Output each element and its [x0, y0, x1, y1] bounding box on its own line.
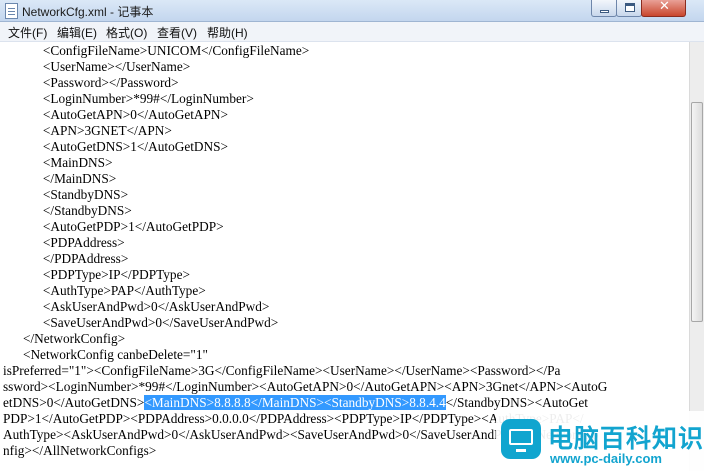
scrollbar-thumb[interactable] [691, 102, 703, 322]
editor-line: isPreferred="1"><ConfigFileName>3G</Conf… [3, 363, 561, 378]
line-text-after-selection: </StandbyDNS><AutoGet [445, 395, 588, 410]
editor-line: <AutoGetAPN>0</AutoGetAPN> [3, 107, 229, 122]
vertical-scrollbar[interactable] [689, 42, 704, 471]
editor-line: <MainDNS> [3, 155, 113, 170]
menu-help[interactable]: 帮助(H) [207, 24, 248, 41]
editor-line: <PDPAddress> [3, 235, 125, 250]
editor-line: <Password></Password> [3, 75, 179, 90]
watermark-title: 电脑百科知识 [548, 424, 704, 453]
editor-line: <ConfigFileName>UNICOM</ConfigFileName> [3, 43, 310, 58]
editor-line: </PDPAddress> [3, 251, 129, 266]
editor-line-selection: etDNS>0</AutoGetDNS><MainDNS>8.8.8.8</Ma… [3, 395, 588, 411]
selected-text[interactable]: <MainDNS>8.8.8.8</MainDNS><StandbyDNS>8.… [144, 395, 446, 410]
menu-bar: 文件(F) 编辑(E) 格式(O) 查看(V) 帮助(H) [0, 22, 704, 42]
editor-line: <UserName></UserName> [3, 59, 191, 74]
editor-line: <AskUserAndPwd>0</AskUserAndPwd> [3, 299, 270, 314]
minimize-button[interactable] [591, 0, 617, 17]
window-title: NetworkCfg.xml - 记事本 [22, 5, 154, 19]
close-button[interactable]: ✕ [641, 0, 686, 17]
editor-line: <StandbyDNS> [3, 187, 129, 202]
editor-line: <NetworkConfig canbeDelete="1" [3, 347, 208, 362]
watermark-url: www.pc-daily.com [550, 451, 662, 466]
watermark: 电脑百科知识 www.pc-daily.com [496, 411, 704, 471]
notepad-icon [5, 3, 18, 19]
menu-format[interactable]: 格式(O) [106, 24, 147, 41]
editor-line: </MainDNS> [3, 171, 117, 186]
title-bar[interactable]: NetworkCfg.xml - 记事本 ✕ [0, 0, 704, 22]
editor-line: <PDPType>IP</PDPType> [3, 267, 190, 282]
editor-line: </NetworkConfig> [3, 331, 126, 346]
menu-edit[interactable]: 编辑(E) [57, 24, 97, 41]
text-editor[interactable]: <ConfigFileName>UNICOM</ConfigFileName> … [0, 42, 689, 471]
editor-line: </StandbyDNS> [3, 203, 132, 218]
editor-line: <APN>3GNET</APN> [3, 123, 172, 138]
editor-line: nfig></AllNetworkConfigs> [3, 443, 157, 458]
menu-view[interactable]: 查看(V) [157, 24, 197, 41]
maximize-icon [625, 3, 635, 12]
editor-line: <AutoGetPDP>1</AutoGetPDP> [3, 219, 224, 234]
maximize-button[interactable] [616, 0, 642, 17]
minimize-icon [600, 10, 609, 13]
editor-line: <AutoGetDNS>1</AutoGetDNS> [3, 139, 229, 154]
editor-line: ssword><LoginNumber>*99#</LoginNumber><A… [3, 379, 608, 394]
menu-file[interactable]: 文件(F) [8, 24, 47, 41]
line-text-before-selection: etDNS>0</AutoGetDNS> [3, 395, 145, 410]
monitor-logo-icon [501, 419, 541, 459]
editor-line: <AuthType>PAP</AuthType> [3, 283, 206, 298]
editor-line: <SaveUserAndPwd>0</SaveUserAndPwd> [3, 315, 279, 330]
editor-line: <LoginNumber>*99#</LoginNumber> [3, 91, 254, 106]
close-icon: ✕ [659, 0, 670, 14]
